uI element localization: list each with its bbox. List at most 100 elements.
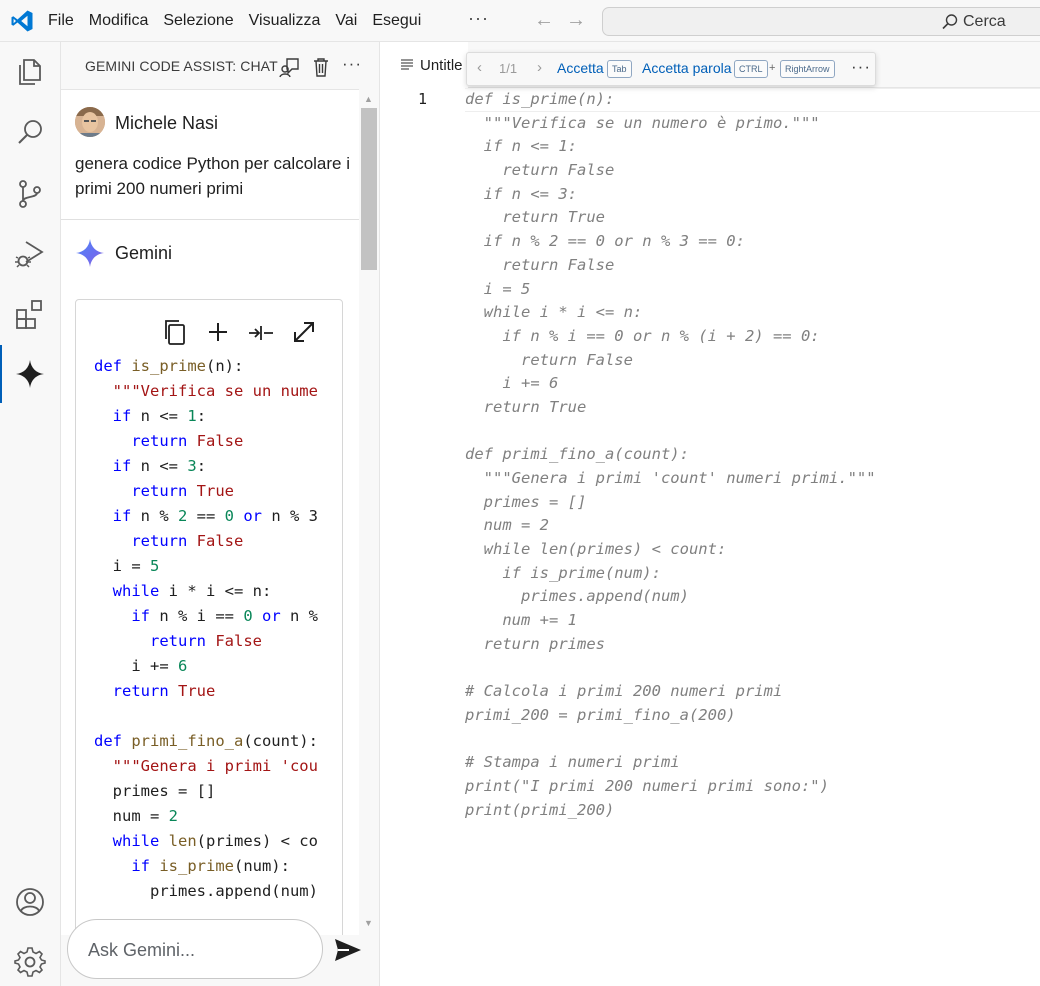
search-sidebar-icon[interactable] xyxy=(14,116,46,148)
source-control-icon[interactable] xyxy=(14,178,46,210)
ghost-code-line: primi_200 = primi_fino_a(200) xyxy=(465,705,736,724)
ghost-code-line: def is_prime(n): xyxy=(465,90,615,108)
send-icon[interactable] xyxy=(333,936,363,964)
chat-code-line: def primi_fino_a(count): xyxy=(94,732,318,750)
chat-code-line: return False xyxy=(94,632,262,650)
chat-code-line: return True xyxy=(94,482,234,500)
ghost-code-line: if n % 2 == 0 or n % 3 == 0: xyxy=(465,232,745,251)
avatar-photo xyxy=(75,107,105,137)
forward-arrow-icon[interactable]: → xyxy=(566,9,586,32)
ghost-code-line: i += 6 xyxy=(465,374,559,393)
ghost-code-line: num += 1 xyxy=(465,611,577,630)
menu-file[interactable]: File xyxy=(42,0,80,42)
chat-code-line: if n <= 3: xyxy=(94,457,207,475)
panel-more-icon[interactable]: ··· xyxy=(342,54,362,74)
command-search-box[interactable]: Cerca xyxy=(602,7,1040,36)
menu-more-icon[interactable]: ··· xyxy=(468,8,489,29)
chat-code-line: return False xyxy=(94,432,244,450)
editor-tab[interactable]: Untitle xyxy=(380,42,468,88)
menu-modifica[interactable]: Modifica xyxy=(83,0,155,42)
chat-code-line: if n % i == 0 or n % xyxy=(94,607,318,625)
chat-code-line: """Verifica se un nume xyxy=(94,382,318,400)
chat-code-line: while i * i <= n: xyxy=(94,582,272,600)
title-bar: File Modifica Selezione Visualizza Vai E… xyxy=(0,0,1040,42)
key-plus: + xyxy=(769,62,776,74)
editor-tab-label: Untitle xyxy=(420,57,463,74)
menu-selezione[interactable]: Selezione xyxy=(157,0,239,42)
ask-gemini-input[interactable]: Ask Gemini... xyxy=(67,919,323,979)
chat-code-line: i = 5 xyxy=(94,557,160,575)
chat-code-snippet: def is_prime(n): """Verifica se un nume … xyxy=(94,354,318,904)
search-icon xyxy=(942,14,958,30)
gemini-chat-panel: GEMINI CODE ASSIST: CHAT ··· Michele Nas… xyxy=(61,42,380,986)
assistant-name: Gemini xyxy=(115,243,173,263)
ghost-code-line: return False xyxy=(465,255,615,274)
chat-code-line: i += 6 xyxy=(94,657,188,675)
chat-code-line: return False xyxy=(94,532,244,550)
ghost-code-line: num = 2 xyxy=(465,516,549,535)
menu-bar: File Modifica Selezione Visualizza Vai E… xyxy=(42,0,430,42)
run-debug-icon[interactable] xyxy=(14,238,46,270)
ghost-code-line xyxy=(465,657,876,681)
menu-visualizza[interactable]: Visualizza xyxy=(243,0,327,42)
ghost-code-line: if n <= 3: xyxy=(465,184,577,203)
copy-icon[interactable] xyxy=(161,318,189,346)
scroll-up-arrow-icon[interactable]: ▲ xyxy=(364,94,373,104)
explorer-icon[interactable] xyxy=(14,56,46,88)
new-chat-icon[interactable] xyxy=(279,56,301,78)
chat-code-line: if is_prime(num): xyxy=(94,857,290,875)
menu-vai[interactable]: Vai xyxy=(329,0,363,42)
insert-at-cursor-icon[interactable] xyxy=(247,318,275,346)
accept-button[interactable]: Accetta xyxy=(557,60,604,76)
key-ctrl-badge: CTRL xyxy=(734,60,768,78)
ghost-code-line: i = 5 xyxy=(465,279,531,298)
scroll-down-arrow-icon[interactable]: ▼ xyxy=(364,918,373,928)
panel-title: GEMINI CODE ASSIST: CHAT xyxy=(85,58,278,74)
search-label: Cerca xyxy=(963,13,1006,30)
insert-plus-icon[interactable] xyxy=(204,318,232,346)
menu-esegui[interactable]: Esegui xyxy=(366,0,427,42)
ghost-code-line: primes = [] xyxy=(465,492,587,511)
chat-code-line xyxy=(94,704,318,729)
chat-code-line: primes = [] xyxy=(94,782,216,800)
trash-icon[interactable] xyxy=(310,56,332,78)
ghost-code-line: def primi_fino_a(count): xyxy=(465,445,689,464)
ghost-code-line xyxy=(465,728,876,752)
extensions-icon[interactable] xyxy=(14,298,46,330)
ghost-code-line: # Calcola i primi 200 numeri primi xyxy=(465,682,783,701)
user-prompt-text: genera codice Python per calcolare i pri… xyxy=(75,154,350,198)
next-suggestion-icon[interactable]: › xyxy=(537,59,542,76)
ghost-code-line: """Genera i primi 'count' numeri primi."… xyxy=(465,469,876,487)
toolbar-more-icon[interactable]: ··· xyxy=(851,57,871,77)
gemini-sidebar-icon[interactable] xyxy=(14,358,46,390)
previous-suggestion-icon[interactable]: ‹ xyxy=(477,59,482,76)
ghost-code-line: return False xyxy=(465,350,633,369)
ghost-code-line: """Verifica se un numero è primo.""" xyxy=(465,113,820,132)
accept-word-button[interactable]: Accetta parola xyxy=(642,60,732,76)
ghost-text-suggestion[interactable]: def is_prime(n): """Verifica se un numer… xyxy=(465,88,876,822)
ghost-code-line: if n % i == 0 or n % (i + 2) == 0: xyxy=(465,326,820,345)
ghost-code-line: print(primi_200) xyxy=(465,800,615,819)
ghost-code-line: return primes xyxy=(465,634,605,653)
ghost-code-line: return True xyxy=(465,208,605,227)
settings-gear-icon[interactable] xyxy=(14,946,46,978)
vscode-logo-icon[interactable] xyxy=(10,9,34,33)
key-tab-badge: Tab xyxy=(607,60,632,78)
ghost-code-line: if n <= 1: xyxy=(465,137,577,156)
suggestion-counter: 1/1 xyxy=(499,61,518,76)
scrollbar-thumb[interactable] xyxy=(361,108,377,270)
key-rightarrow-badge: RightArrow xyxy=(780,60,835,78)
chat-history[interactable]: Michele Nasi genera codice Python per ca… xyxy=(61,89,359,935)
editor-tab-bar: Untitle ‹ 1/1 › Accetta Tab Accetta paro… xyxy=(380,42,1040,88)
back-arrow-icon[interactable]: ← xyxy=(534,9,554,32)
active-view-indicator xyxy=(0,345,2,403)
user-message: Michele Nasi genera codice Python per ca… xyxy=(61,90,359,220)
chat-code-line: num = 2 xyxy=(94,807,178,825)
chat-code-line: primes.append(num) xyxy=(94,882,318,900)
ghost-code-line: return False xyxy=(465,161,615,180)
ghost-code-line: return True xyxy=(465,397,587,416)
ghost-code-line: while len(primes) < count: xyxy=(465,540,727,559)
expand-icon[interactable] xyxy=(290,318,318,346)
account-icon[interactable] xyxy=(14,886,46,918)
chat-code-line: def is_prime(n): xyxy=(94,357,244,375)
